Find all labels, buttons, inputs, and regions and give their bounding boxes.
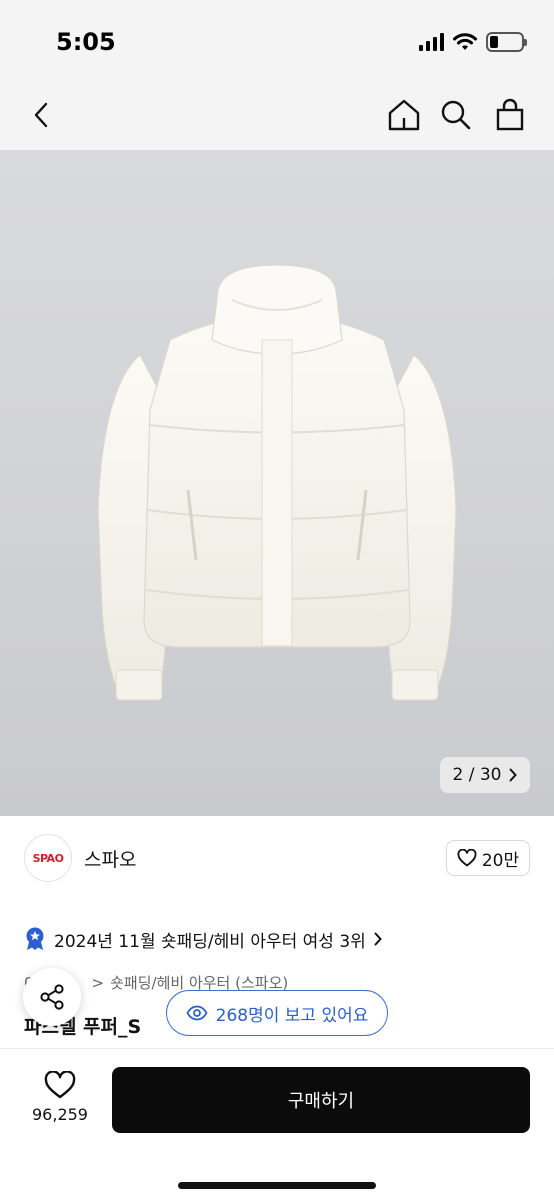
brand-like-count: 20만 — [481, 850, 520, 871]
battery-icon — [486, 32, 527, 52]
viewers-badge: 268명이 보고 있어요 — [166, 990, 388, 1036]
signal-icon — [419, 33, 444, 51]
heart-outline-icon — [457, 849, 477, 867]
status-time: 5:05 — [56, 28, 116, 56]
brand-name[interactable]: 스파오 — [84, 845, 136, 872]
brand-row[interactable]: SPAO 스파오 20만 — [0, 832, 554, 884]
product-image[interactable]: 2 / 30 — [0, 150, 554, 816]
battery-level — [490, 36, 498, 48]
nav-bar — [0, 80, 554, 150]
chevron-right-icon — [374, 932, 382, 946]
puffer-jacket-image — [97, 264, 457, 701]
eye-icon — [186, 1005, 208, 1021]
shopping-bag-icon — [496, 98, 524, 131]
brand-like-button[interactable]: 20만 — [446, 840, 530, 876]
search-icon — [441, 100, 471, 130]
viewers-text: 268명이 보고 있어요 — [215, 1005, 369, 1026]
status-icons — [419, 32, 527, 52]
bottom-action-bar: 96,259 구매하기 — [0, 1048, 554, 1200]
breadcrumb-separator: > — [91, 973, 105, 992]
image-counter[interactable]: 2 / 30 — [440, 757, 530, 793]
search-button[interactable] — [434, 93, 478, 137]
home-icon — [388, 99, 420, 131]
image-counter-text: 2 / 30 — [452, 765, 502, 785]
heart-outline-icon — [44, 1071, 76, 1099]
home-button[interactable] — [382, 93, 426, 137]
cart-button[interactable] — [488, 93, 532, 137]
wifi-icon — [453, 33, 477, 50]
wishlist-button[interactable]: 96,259 — [22, 1071, 98, 1124]
wishlist-count: 96,259 — [32, 1105, 88, 1124]
brand-logo[interactable]: SPAO — [24, 834, 72, 882]
ranking-link[interactable]: 2024년 11월 숏패딩/헤비 아우터 여성 3위 — [24, 924, 382, 954]
chevron-right-icon — [509, 768, 518, 782]
share-button[interactable] — [23, 968, 81, 1026]
ranking-text: 2024년 11월 숏패딩/헤비 아우터 여성 3위 — [54, 931, 366, 952]
buy-button[interactable]: 구매하기 — [112, 1067, 530, 1133]
share-icon — [40, 984, 64, 1010]
home-indicator — [178, 1182, 376, 1189]
status-bar: 5:05 — [0, 0, 554, 80]
back-button[interactable] — [20, 93, 64, 137]
brand-logo-text: SPAO — [32, 851, 64, 865]
back-icon — [34, 102, 48, 128]
ranking-badge-icon — [26, 927, 44, 950]
